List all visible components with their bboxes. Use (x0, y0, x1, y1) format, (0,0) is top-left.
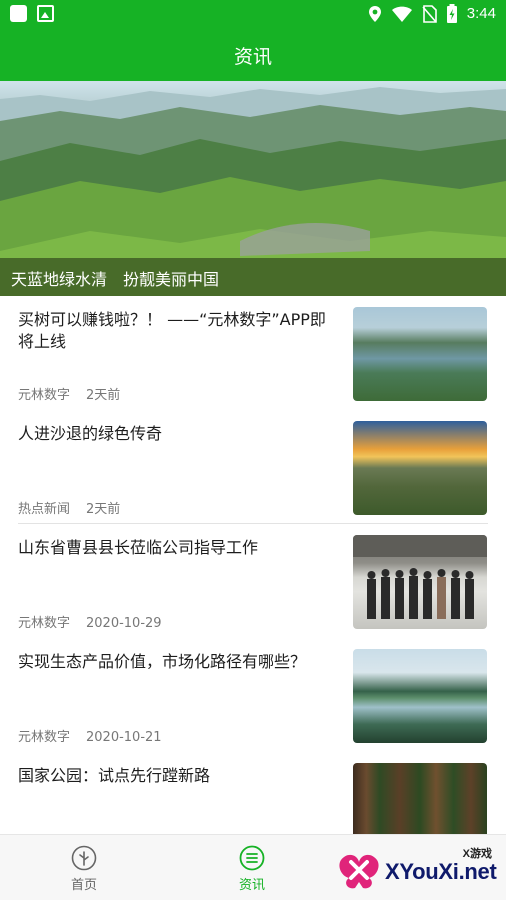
battery-charging-icon (446, 4, 457, 23)
news-meta: 元林数字 2020-10-21 (18, 726, 162, 745)
no-sim-icon (422, 4, 437, 23)
news-source: 元林数字 (18, 616, 71, 631)
news-list: 买树可以赚钱啦？！ ——“元林数字”APP即将上线 元林数字 2天前 人进沙退的绿… (0, 296, 506, 866)
news-source: 热点新闻 (18, 502, 71, 517)
news-thumbnail (353, 307, 487, 401)
status-right-icons: 3:44 (368, 4, 496, 23)
news-title: 人进沙退的绿色传奇 (18, 424, 163, 443)
xyouxi-logo-icon (339, 854, 379, 889)
news-time: 2020-10-29 (86, 616, 162, 631)
news-time: 2天前 (86, 502, 121, 517)
tree-icon (71, 845, 97, 871)
tab-home-label: 首页 (70, 878, 97, 893)
tab-home[interactable]: 首页 (0, 835, 168, 900)
news-time: 2020-10-21 (86, 730, 162, 745)
news-item[interactable]: 买树可以赚钱啦？！ ——“元林数字”APP即将上线 元林数字 2天前 (0, 296, 506, 410)
location-icon (368, 5, 381, 22)
status-left-icons (10, 5, 54, 22)
news-thumbnail (353, 649, 487, 743)
wifi-icon (391, 6, 412, 22)
news-item[interactable]: 山东省曹县县长莅临公司指导工作 元林数字 2020-10-29 (0, 524, 506, 638)
tab-news-label: 资讯 (238, 878, 265, 893)
app-bar: 资讯 (0, 28, 506, 81)
status-time: 3:44 (466, 5, 496, 22)
group-photo-people (353, 535, 487, 619)
news-item[interactable]: 实现生态产品价值，市场化路径有哪些？ 元林数字 2020-10-21 (0, 638, 506, 752)
news-title: 实现生态产品价值，市场化路径有哪些？ (18, 652, 307, 671)
image-icon (37, 5, 54, 22)
banner-caption: 天蓝地绿水清 扮靓美丽中国 (0, 258, 506, 296)
tab-news[interactable]: 资讯 (168, 835, 336, 900)
news-meta: 热点新闻 2天前 (18, 498, 120, 517)
news-item[interactable]: 人进沙退的绿色传奇 热点新闻 2天前 (0, 410, 506, 524)
news-title: 国家公园：试点先行蹚新路 (18, 766, 211, 785)
news-thumbnail (353, 421, 487, 515)
page-title: 资讯 (233, 46, 272, 68)
news-meta: 元林数字 2天前 (18, 384, 120, 403)
watermark-text: XYouXi.net (385, 859, 497, 884)
news-source: 元林数字 (18, 388, 71, 403)
watermark: X游戏 XYouXi.net (335, 842, 506, 896)
banner-carousel[interactable]: 天蓝地绿水清 扮靓美丽中国 (0, 81, 506, 296)
news-source: 元林数字 (18, 730, 71, 745)
news-time: 2天前 (86, 388, 121, 403)
news-meta: 元林数字 2020-10-29 (18, 612, 162, 631)
news-menu-icon (239, 845, 265, 871)
news-title: 买树可以赚钱啦？！ ——“元林数字”APP即将上线 (18, 310, 326, 351)
app-square-icon (10, 5, 27, 22)
news-title: 山东省曹县县长莅临公司指导工作 (18, 538, 259, 557)
news-thumbnail (353, 535, 487, 629)
status-bar: 3:44 (0, 0, 506, 28)
